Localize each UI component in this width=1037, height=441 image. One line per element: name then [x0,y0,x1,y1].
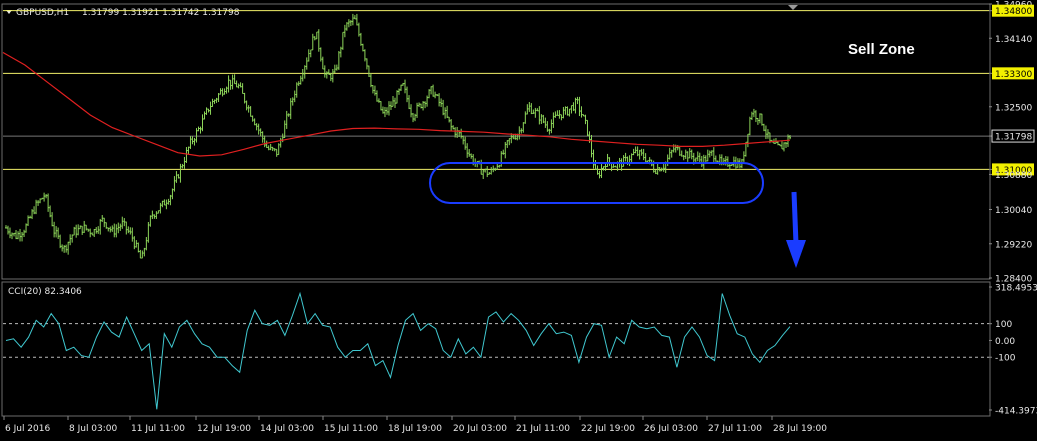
time-tick-label: 8 Jul 03:00 [69,424,118,434]
symbol-label: GBPUSD,H1 [16,8,69,18]
price-tick-label: 1.30040 [995,206,1032,216]
cci-tick-label: -100 [995,354,1016,364]
time-tick-label: 14 Jul 03:00 [260,424,314,434]
time-tick-label: 12 Jul 19:00 [197,424,251,434]
cci-label: CCI(20) 82.3406 [8,287,82,297]
time-tick-label: 26 Jul 03:00 [644,424,698,434]
time-tick-label: 15 Jul 11:00 [324,424,378,434]
sell-zone-annotation: Sell Zone [848,41,915,58]
time-tick-label: 11 Jul 11:00 [131,424,185,434]
price-tick-label: 1.29220 [995,240,1032,250]
time-tick-label: 18 Jul 19:00 [388,424,442,434]
cci-tick-label: 0.00 [995,337,1015,347]
time-tick-label: 27 Jul 11:00 [708,424,762,434]
cci-tick-label: 100 [995,320,1012,330]
chart-background [0,0,1037,441]
time-tick-label: 6 Jul 2016 [5,424,50,434]
time-tick-label: 20 Jul 03:00 [453,424,507,434]
ohlc-values: 1.31799 1.31921 1.31742 1.31798 [82,8,240,18]
time-tick-label: 21 Jul 11:00 [516,424,570,434]
trading-chart: GBPUSD,H1 1.31799 1.31921 1.31742 1.3179… [0,0,1037,441]
current-price-label: 1.31798 [995,133,1032,143]
price-tick-label: 1.32500 [995,103,1032,113]
cci-tick-label: 318.4953 [995,284,1037,294]
price-scale: 1.349601.348001.341401.333001.325001.317… [989,1,1035,285]
time-tick-label: 22 Jul 19:00 [581,424,635,434]
level-tag-label: 1.33300 [995,70,1032,80]
price-tick-label: 1.30880 [995,171,1032,181]
cci-tick-label: -414.3973 [995,407,1037,417]
price-tick-label: 1.34140 [995,35,1032,45]
time-tick-label: 28 Jul 19:00 [773,424,827,434]
level-tag-label: 1.34800 [995,7,1032,17]
